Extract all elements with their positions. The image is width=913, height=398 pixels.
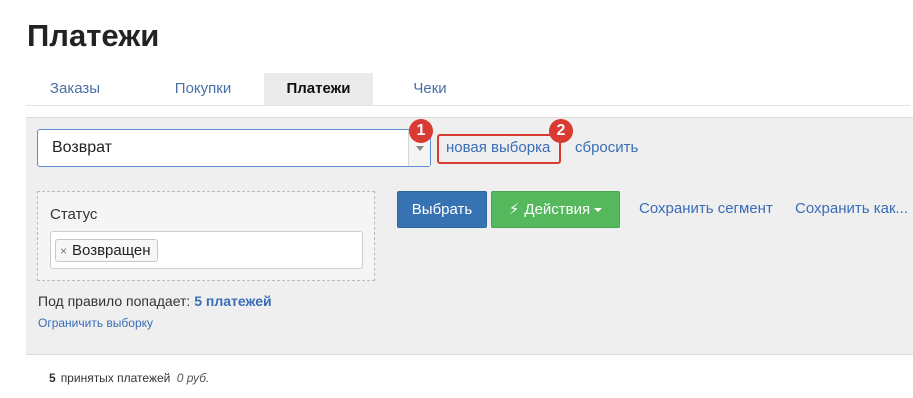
annotation-marker-1: 1: [409, 119, 433, 143]
actions-button-label: Действия: [524, 201, 591, 218]
page-title: Платежи: [27, 18, 160, 53]
segment-select-value: Возврат: [52, 139, 112, 156]
new-selection-link[interactable]: новая выборка: [446, 139, 550, 156]
status-token-input[interactable]: × Возвращен: [50, 231, 363, 269]
summary-amount: 0 руб.: [176, 371, 210, 385]
caret-down-icon: [594, 208, 603, 213]
tab-payments[interactable]: Платежи: [264, 73, 373, 105]
tab-receipts[interactable]: Чеки: [392, 73, 468, 105]
segment-select[interactable]: Возврат: [37, 129, 431, 167]
select-button[interactable]: Выбрать: [397, 191, 487, 228]
condition-label: Статус: [50, 206, 98, 223]
reset-link[interactable]: сбросить: [575, 139, 638, 156]
tab-orders[interactable]: Заказы: [26, 73, 124, 105]
remove-token-icon[interactable]: ×: [60, 244, 67, 258]
annotation-marker-2: 2: [549, 119, 573, 143]
condition-block: Статус × Возвращен: [37, 191, 375, 281]
save-segment-link[interactable]: Сохранить сегмент: [639, 200, 773, 217]
lightning-icon: ⚡: [508, 201, 520, 218]
save-as-link[interactable]: Сохранить как...: [795, 200, 908, 217]
tab-purchases[interactable]: Покупки: [148, 73, 258, 105]
limit-selection-link[interactable]: Ограничить выборку: [38, 316, 153, 330]
summary-text: принятых платежей: [60, 371, 171, 385]
rule-prefix: Под правило попадает:: [38, 293, 191, 309]
actions-dropdown-button[interactable]: ⚡ Действия: [491, 191, 620, 228]
status-token-label: Возвращен: [72, 242, 151, 259]
payments-summary: 5 принятых платежей 0 руб.: [49, 371, 209, 385]
summary-count: 5: [49, 371, 56, 385]
tabs-bar: Заказы Покупки Платежи Чеки: [26, 73, 910, 106]
status-token: × Возвращен: [55, 239, 158, 262]
rule-summary: Под правило попадает: 5 платежей: [38, 293, 272, 309]
rule-count-link[interactable]: 5 платежей: [194, 293, 271, 309]
